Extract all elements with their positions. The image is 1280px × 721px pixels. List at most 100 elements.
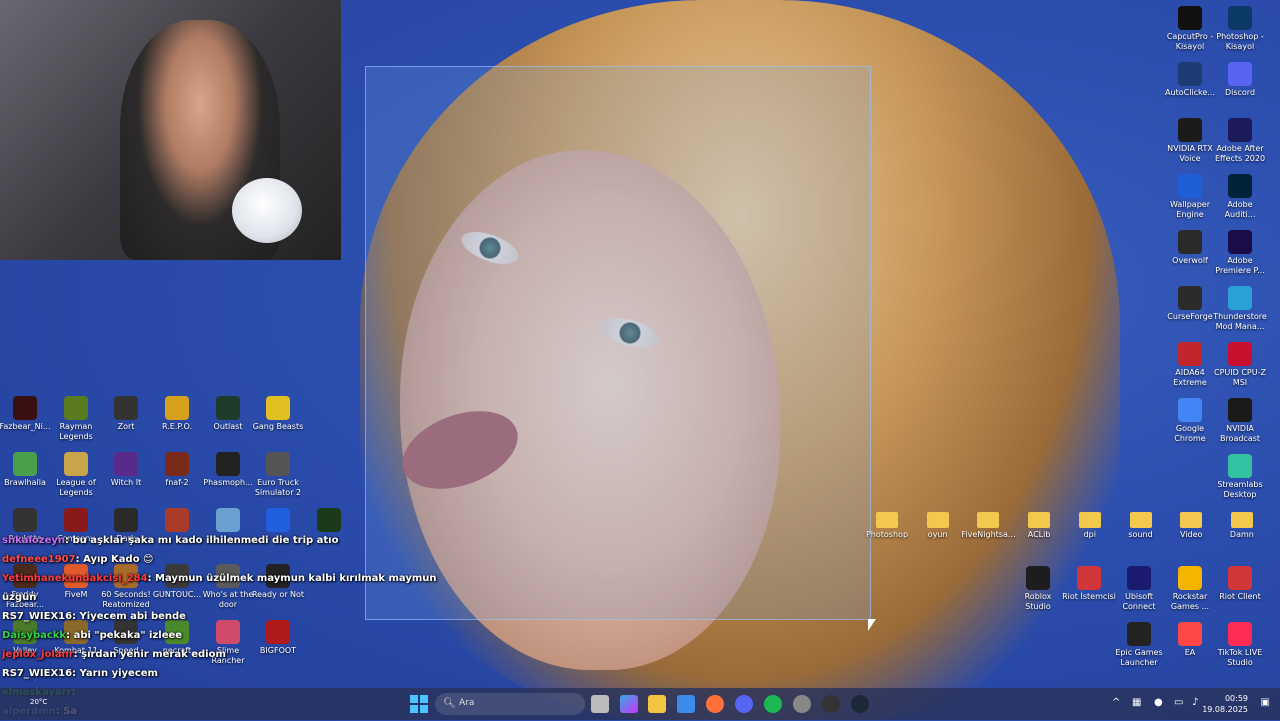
desktop-icon-tiktok-live-studio[interactable]: TikTok LIVE Studio [1213,622,1267,668]
desktop-icon-label: Photoshop - Kisayol [1216,32,1264,51]
desktop-icon-label: TikTok LIVE Studio [1217,648,1263,667]
desktop-icon-photoshop-kisayol[interactable]: Photoshop - Kisayol [1213,6,1267,52]
desktop-icon-thunderstore-mod-mana[interactable]: Thunderstore Mod Mana... [1213,286,1267,332]
desktop-icon-label: dpi [1083,530,1096,539]
desktop-icon-photoshop[interactable]: Photoshop [860,508,914,540]
desktop-icon-label: ACLib [1027,530,1051,539]
desktop-icon-nvidia-broadcast[interactable]: NVIDIA Broadcast [1213,398,1267,444]
desktop-icon-zort[interactable]: Zort [99,396,153,432]
desktop-icon-outlast[interactable]: Outlast [201,396,255,432]
desktop-icon-overwolf[interactable]: Overwolf [1163,230,1217,266]
app-icon [1228,398,1252,422]
desktop-icon-label: Phasmoph... [203,478,253,487]
desktop-icon-euro-truck-simulator-2[interactable]: Euro Truck Simulator 2 [251,452,305,498]
chat-text: : Maymun üzülmek maymun kalbi kırılmak m… [147,573,437,584]
desktop-icon-ubisoft-connect[interactable]: Ubisoft Connect [1112,566,1166,612]
start-windows-icon[interactable] [410,695,428,713]
weather-widget[interactable]: 20°C [30,698,47,706]
firefox-icon[interactable] [706,695,724,713]
desktop-icon-google-chrome[interactable]: Google Chrome [1163,398,1217,444]
desktop-icon-ea[interactable]: EA [1163,622,1217,658]
copilot-icon[interactable] [620,695,638,713]
desktop-icon-oyun[interactable]: oyun [911,508,965,540]
desktop-icon-label: Epic Games Launcher [1115,648,1163,667]
folder-icon [926,512,949,528]
desktop-icon-riot-client[interactable]: Riot Client [1213,566,1267,602]
chat-username: shkalozeyn [2,535,66,546]
desktop-icon-adobe-premiere-p[interactable]: Adobe Premiere P... [1213,230,1267,276]
store-icon[interactable] [677,695,695,713]
clock-time: 00:59 [1224,694,1248,703]
obs-icon[interactable] [822,695,840,713]
desktop-icon-sound[interactable]: sound [1114,508,1168,540]
desktop-icon-label: Gang Beasts [252,422,304,431]
folder-icon [1230,512,1253,528]
desktop-icon-fnaf-2[interactable]: fnaf-2 [150,452,204,488]
chat-text: : bu aşklar şaka mı kado ilhilenmedi die… [65,535,339,546]
app-icon [1178,230,1202,254]
desktop-icon-wallpaper-engine[interactable]: Wallpaper Engine [1163,174,1217,220]
settings-gear-icon[interactable] [793,695,811,713]
desktop-icon-cpuid-cpu-z-msi[interactable]: CPUID CPU-Z MSI [1213,342,1267,388]
app-icon [266,508,290,532]
chevron-up-icon[interactable]: ^ [1112,697,1120,708]
desktop-icon-brawlhalla[interactable]: Brawlhalla [0,452,52,488]
app-icon [1026,566,1050,590]
desktop-icon-rockstar-games[interactable]: Rockstar Games ... [1163,566,1217,612]
desktop-icon-gang-beasts[interactable]: Gang Beasts [251,396,305,432]
network-icon[interactable]: ▦ [1132,697,1141,708]
desktop-icon-label: AIDA64 Extreme [1173,368,1207,387]
app-icon [1178,174,1202,198]
desktop-icon-dpi[interactable]: dpi [1063,508,1117,540]
desktop-icon-streamlabs-desktop[interactable]: Streamlabs Desktop [1213,454,1267,500]
task-view-icon[interactable] [591,695,609,713]
desktop-icon-league-of-legends[interactable]: League of Legends [49,452,103,498]
desktop-icon-label: EA [1184,648,1196,657]
taskbar: 20°C 🔍︎ Ara ^ ▦ ● ▭ ♪ 00:59 19.08.2025 ▣ [0,688,1280,720]
desktop-icon-discord[interactable]: Discord [1213,62,1267,98]
spotify-icon[interactable] [764,695,782,713]
desktop-icon-label: Adobe Premiere P... [1215,256,1265,275]
desktop-icon-fivenightsa[interactable]: FiveNightsa... [961,508,1015,540]
file-explorer-icon[interactable] [648,695,666,713]
desktop-icon-autoclicke[interactable]: AutoClicke... [1163,62,1217,98]
desktop-icon-aida64-extreme[interactable]: AIDA64 Extreme [1163,342,1217,388]
chat-message: Yetimhanekundakcisi_284: Maymun üzülmek … [2,569,437,588]
desktop-icon-curseforge[interactable]: CurseForge [1163,286,1217,322]
desktop-icon-aclib[interactable]: ACLib [1012,508,1066,540]
desktop-icon-fazbear-ni[interactable]: Fazbear_Ni... [0,396,52,432]
desktop-icon-damn[interactable]: Damn [1215,508,1269,540]
app-icon [1228,174,1252,198]
app-icon [1228,118,1252,142]
folder-icon [876,512,898,528]
desktop-icon-riot-i-stemcisi[interactable]: Riot İstemcisi [1062,566,1116,602]
monitor-icon[interactable]: ▭ [1174,697,1183,708]
desktop-icon-label: fnaf-2 [165,478,189,487]
taskbar-clock[interactable]: 00:59 19.08.2025 [1202,693,1248,715]
desktop-icon-adobe-auditi[interactable]: Adobe Auditi... [1213,174,1267,220]
desktop-icon-witch-it[interactable]: Witch It [99,452,153,488]
desktop-icon-r-e-p-o[interactable]: R.E.P.O. [150,396,204,432]
desktop-icon-label: CapcutPro - Kisayol [1166,32,1214,51]
steam-icon[interactable] [851,695,869,713]
microphone-icon[interactable]: ● [1154,697,1163,708]
app-icon [1228,230,1252,254]
app-icon [165,452,189,476]
desktop-icon-video[interactable]: Video [1164,508,1218,540]
volume-icon[interactable]: ♪ [1192,697,1198,708]
desktop-icon-rayman-legends[interactable]: Rayman Legends [49,396,103,442]
desktop-icon-label: Adobe Auditi... [1224,200,1256,219]
desktop-icon-label: Riot Client [1219,592,1261,601]
desktop-icon-adobe-after-effects-2020[interactable]: Adobe After Effects 2020 [1213,118,1267,164]
taskbar-search[interactable]: 🔍︎ Ara [435,693,585,715]
desktop-icon-label: sound [1128,530,1153,539]
desktop-icon-capcutpro-kisayol[interactable]: CapcutPro - Kisayol [1163,6,1217,52]
desktop-icon-roblox-studio[interactable]: Roblox Studio [1011,566,1065,612]
app-icon [114,452,138,476]
discord-icon[interactable] [735,695,753,713]
app-icon [1228,6,1252,30]
desktop-icon-nvidia-rtx-voice[interactable]: NVIDIA RTX Voice [1163,118,1217,164]
desktop-icon-epic-games-launcher[interactable]: Epic Games Launcher [1112,622,1166,668]
notification-bell-icon[interactable]: ▣ [1261,697,1270,708]
desktop-icon-phasmoph[interactable]: Phasmoph... [201,452,255,488]
